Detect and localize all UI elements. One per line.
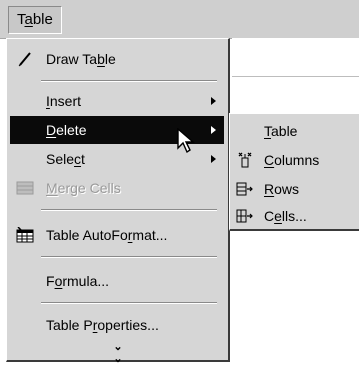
mouse-cursor-icon <box>177 128 195 154</box>
menu-item-label: Formula... <box>46 273 110 289</box>
menu-separator <box>41 302 217 304</box>
submenu-item-rows[interactable]: Rows <box>230 175 359 203</box>
menu-item-table-properties[interactable]: Table Properties... <box>10 311 224 339</box>
submenu-item-label: Table <box>264 123 298 139</box>
document-divider <box>232 76 359 77</box>
submenu-item-cells[interactable]: Cells... <box>230 202 359 230</box>
delete-columns-icon <box>238 152 252 168</box>
menu-item-label: Merge Cells <box>46 180 121 196</box>
menu-item-formula[interactable]: Formula... <box>10 267 224 295</box>
menu-separator <box>41 80 217 82</box>
menu-separator <box>41 256 217 258</box>
menu-separator <box>41 209 217 211</box>
submenu-arrow-icon <box>211 97 216 105</box>
table-menu-title[interactable]: Table <box>8 6 62 34</box>
table-menu: Draw Table Insert Delete Select Merge Ce… <box>6 38 230 365</box>
menu-item-merge-cells: Merge Cells <box>10 174 224 202</box>
submenu-item-label: Columns <box>264 152 320 168</box>
table-autoformat-icon <box>16 227 34 243</box>
menu-item-label: Insert <box>46 93 82 109</box>
delete-rows-icon <box>236 182 253 196</box>
menu-item-label: Delete <box>46 122 87 138</box>
delete-submenu: Table Columns Rows Cells... <box>229 113 359 231</box>
submenu-item-columns[interactable]: Columns <box>230 146 359 174</box>
delete-cells-icon <box>236 209 253 223</box>
submenu-arrow-icon <box>211 155 216 163</box>
menu-item-insert[interactable]: Insert <box>10 87 224 115</box>
submenu-item-table[interactable]: Table <box>230 117 359 145</box>
pencil-icon <box>18 52 31 67</box>
double-chevron-down-icon[interactable]: ⌄ ⌄ <box>111 341 125 365</box>
submenu-arrow-icon <box>211 126 216 134</box>
menu-item-label: Table AutoFormat... <box>46 227 168 243</box>
menu-item-label: Draw Table <box>46 51 116 67</box>
submenu-item-label: Cells... <box>264 208 307 224</box>
submenu-item-label: Rows <box>264 181 300 197</box>
menu-item-draw-table[interactable]: Draw Table <box>10 45 224 73</box>
menu-item-label: Table Properties... <box>46 317 159 333</box>
menu-item-label: Select <box>46 151 85 167</box>
menu-bar: Table <box>0 0 359 39</box>
menu-item-table-autoformat[interactable]: Table AutoFormat... <box>10 221 224 249</box>
merge-cells-icon <box>16 181 34 195</box>
